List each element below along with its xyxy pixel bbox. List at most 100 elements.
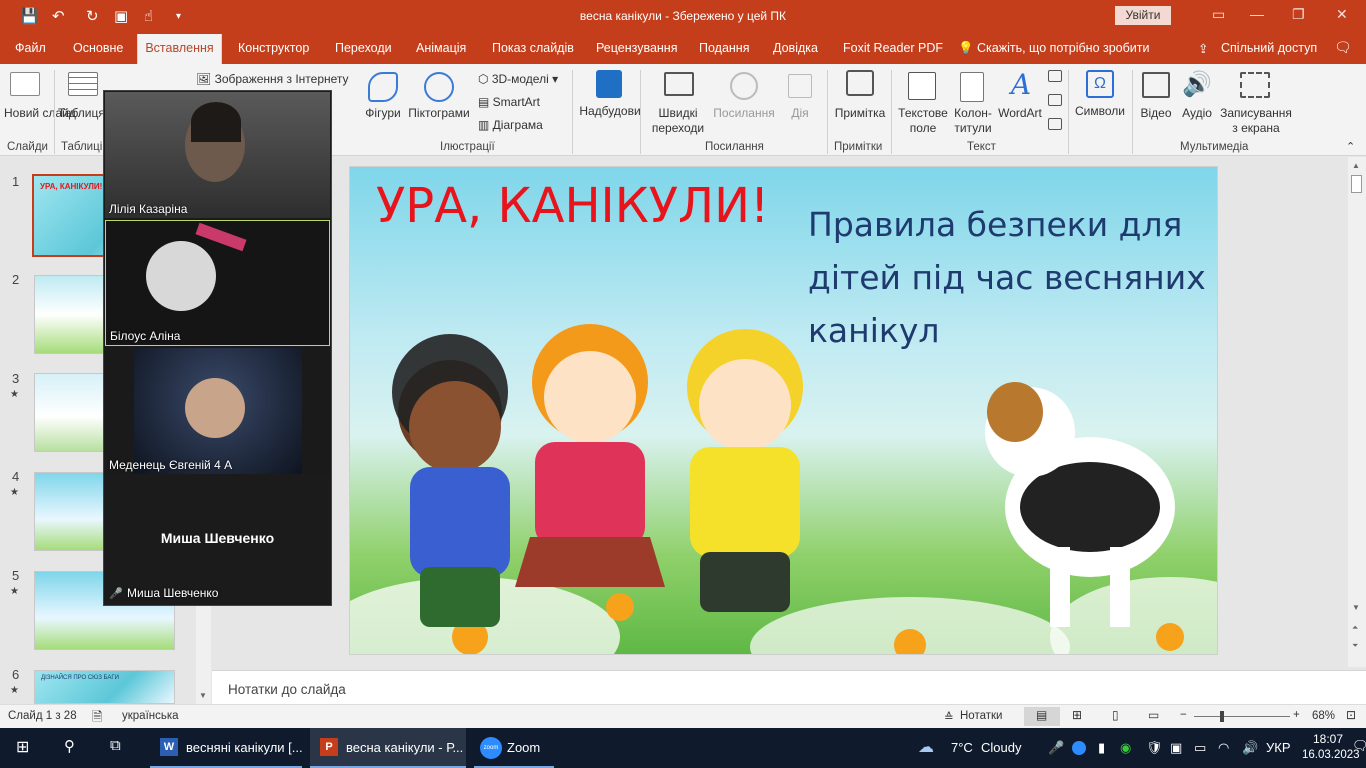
tab-help[interactable]: Довідка [773,41,818,55]
video-button[interactable]: Відео [1136,106,1176,121]
participant-name: Миша Шевченко [127,586,219,600]
security-icon[interactable]: 🛡 [1146,740,1163,756]
weather-condition[interactable]: Cloudy [981,740,1021,755]
tray-app-icon[interactable]: ▮ [1098,740,1105,756]
slide-subtitle[interactable]: Правила безпеки для дітей під час веснян… [808,198,1218,357]
chart-button[interactable]: ▥ Діаграма [478,118,543,132]
tab-file[interactable]: Файл [15,41,46,55]
previous-slide-icon[interactable]: ⏶ [1352,623,1358,633]
animation-star-icon: ★ [10,487,19,498]
tab-review[interactable]: Рецензування [596,41,677,55]
taskbar-app-zoom[interactable]: zoom Zoom [474,728,554,768]
zoom-in-icon[interactable]: + [1293,709,1300,721]
tab-design[interactable]: Конструктор [238,41,309,55]
slide-thumbnail-6[interactable]: ДІЗНАЙСЯ ПРО СЮЗ БАГИ [34,670,175,704]
slide-scrollbar[interactable]: ▲ ▼ ⏶ ⏷ [1348,157,1366,667]
textbox-button[interactable]: Текстове поле [894,106,952,136]
restore-icon[interactable]: ❐ [1292,6,1305,23]
audio-button[interactable]: Аудіо [1178,106,1216,121]
video-tile[interactable]: Миша Шевченко 🎤 Миша Шевченко [105,476,330,602]
slide-count: Слайд 1 з 28 [8,710,77,722]
quick-transitions-button[interactable]: Швидкі переходи [646,106,710,136]
action-button[interactable]: Дія [780,106,820,121]
sign-in-button[interactable]: Увійти [1115,6,1171,25]
share-button[interactable]: Спільний доступ [1221,41,1317,55]
reading-view-icon[interactable]: ▯ [1112,708,1119,722]
taskbar-app-word[interactable]: W весняні канікули [... [150,728,303,768]
weather-temperature[interactable]: 7°C [951,740,973,755]
video-tile-active[interactable]: Білоус Аліна [105,220,330,346]
tell-me-search[interactable]: Скажіть, що потрібно зробити [977,41,1150,55]
zoom-tray-icon[interactable] [1072,741,1086,755]
icons-button[interactable]: Піктограми [404,106,474,121]
collapse-ribbon-icon[interactable]: ⌃ [1346,140,1355,153]
table-button[interactable]: Таблиця [58,106,105,121]
notes-toggle-button[interactable]: Нотатки [960,710,1002,722]
video-tile[interactable]: Меденець Євгеній 4 А [105,348,330,474]
slideshow-view-icon[interactable]: ▭ [1148,708,1159,722]
ribbon-display-icon[interactable]: ▭ [1212,6,1225,23]
tab-transitions[interactable]: Переходи [335,41,392,55]
link-icon [730,72,758,100]
tray-app-icon[interactable]: ▭ [1194,740,1206,756]
online-pictures-button[interactable]: 🖼 Зображення з Інтернету [196,72,349,86]
volume-icon[interactable]: 🔊 [1242,740,1258,756]
slide-sorter-icon[interactable]: ⊞ [1072,708,1082,722]
group-tables: Таблиці [61,141,103,153]
screen-recording-button[interactable]: Записування з екрана [1216,106,1296,136]
tab-animations[interactable]: Анімація [416,41,466,55]
notes-pane[interactable]: Нотатки до слайда [212,670,1366,704]
tab-insert[interactable]: Вставлення [137,34,222,64]
3d-models-button[interactable]: ⬡ 3D-моделі ▾ [478,72,558,86]
zoom-slider[interactable] [1194,716,1290,717]
slide-number-icon[interactable] [1048,94,1062,106]
microphone-icon[interactable]: 🎤 [1048,740,1064,756]
slide-title[interactable]: УРА, КАНІКУЛИ! [376,178,769,234]
scroll-down-icon[interactable]: ▼ [199,691,207,700]
close-icon[interactable]: ✕ [1336,6,1348,23]
tray-app-icon[interactable]: ◉ [1120,740,1131,756]
ribbon-separator [54,70,55,154]
shapes-button[interactable]: Фігури [358,106,408,121]
header-footer-button[interactable]: Колон-титули [948,106,998,136]
participant-hair [191,102,241,142]
links-button[interactable]: Посилання [712,106,776,121]
next-slide-icon[interactable]: ⏷ [1352,641,1358,651]
zoom-video-panel[interactable]: Лілія Казаріна Білоус Аліна Меденець Євг… [103,90,332,606]
new-slide-button[interactable]: Новий слайд [4,106,76,121]
notes-placeholder: Нотатки до слайда [228,682,346,697]
date-time-icon[interactable] [1048,70,1062,82]
zoom-slider-handle[interactable] [1220,711,1224,722]
clock-date[interactable]: 16.03.2023 [1302,749,1360,761]
object-icon[interactable] [1048,118,1062,130]
tray-app-icon[interactable]: ▣ [1170,740,1182,756]
video-tile[interactable]: Лілія Казаріна [105,92,330,218]
zoom-level[interactable]: 68% [1312,710,1335,722]
fit-to-window-icon[interactable]: ⊡ [1346,708,1356,722]
tab-slideshow[interactable]: Показ слайдів [492,41,574,55]
windows-start-icon[interactable]: ⊞ [16,737,29,757]
scroll-down-icon[interactable]: ▼ [1352,603,1360,612]
minimize-icon[interactable]: — [1250,6,1264,22]
addins-button[interactable]: Надбудови [578,104,642,119]
clock-time[interactable]: 18:07 [1313,732,1343,746]
zoom-out-icon[interactable]: − [1180,709,1187,721]
smartart-button[interactable]: ▤ SmartArt [478,95,540,109]
spellcheck-icon[interactable]: 🗎 [92,708,102,730]
comment-button[interactable]: Примітка [830,106,890,121]
scroll-thumb[interactable] [1351,175,1362,193]
notifications-icon[interactable]: 🗨 [1352,738,1366,754]
search-icon[interactable]: ⚲ [64,737,75,755]
taskbar-app-powerpoint[interactable]: P весна канікули - Р... [310,728,466,768]
task-view-icon[interactable]: ⧉ [110,737,121,754]
keyboard-language[interactable]: УКР [1266,740,1291,755]
language-indicator[interactable]: українська [122,710,179,722]
wifi-icon[interactable]: ◠ [1218,740,1229,756]
tab-view[interactable]: Подання [699,41,749,55]
tab-foxit[interactable]: Foxit Reader PDF [843,41,943,55]
tab-home[interactable]: Основне [73,41,123,55]
wordart-button[interactable]: WordArt [996,106,1044,121]
scroll-up-icon[interactable]: ▲ [1352,161,1360,170]
symbols-button[interactable]: Символи [1072,104,1128,119]
comments-icon[interactable]: 🗨 [1334,39,1352,56]
